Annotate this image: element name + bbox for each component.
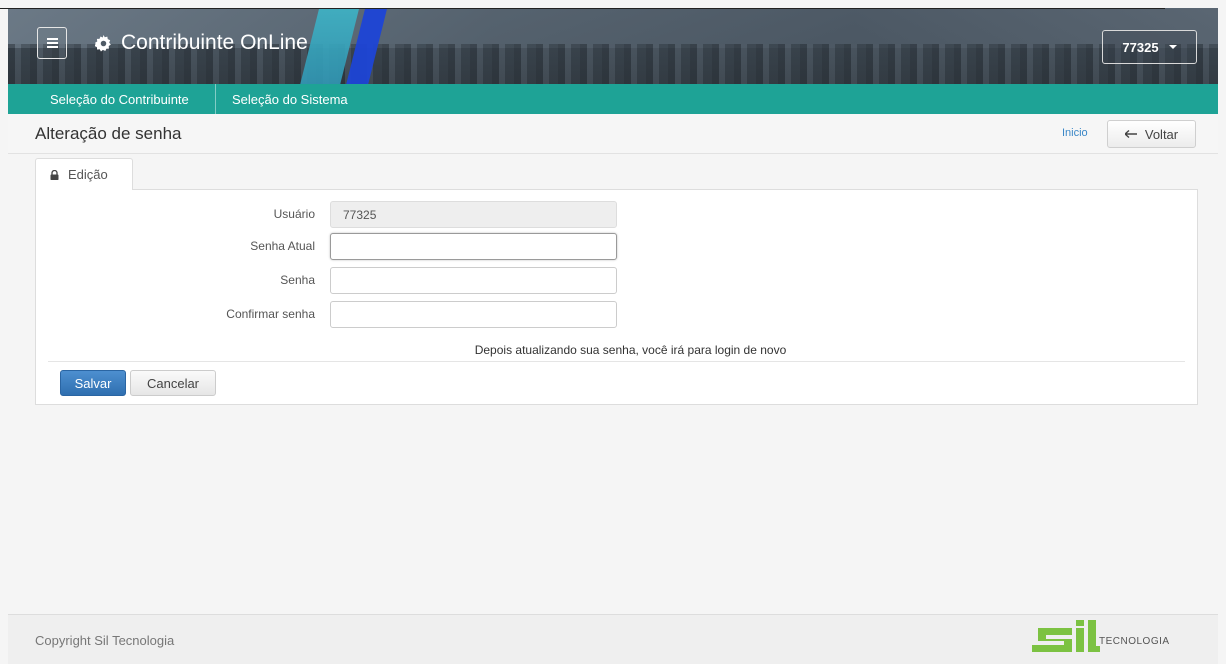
back-button-label: Voltar [1144, 126, 1179, 142]
page-title: Alteração de senha [35, 124, 182, 143]
user-menu-dropdown[interactable]: 77325 [1102, 30, 1197, 64]
save-button[interactable]: Salvar [60, 370, 126, 396]
app-title-text: Contribuinte OnLine [121, 31, 308, 54]
lock-icon [50, 169, 59, 180]
nav-item-selecao-contribuinte[interactable]: Seleção do Contribuinte [8, 84, 216, 114]
form-row-usuario: Usuário [36, 201, 1197, 229]
gear-icon [95, 34, 111, 51]
caret-down-icon [1168, 45, 1177, 49]
hamburger-icon [46, 36, 58, 50]
form-divider [48, 361, 1185, 362]
main-nav: Seleção do Contribuinte Seleção do Siste… [8, 84, 1218, 114]
senha-input[interactable] [330, 267, 617, 294]
top-border-line [0, 8, 1165, 9]
user-menu-label: 77325 [1122, 39, 1159, 55]
relogin-notice: Depois atualizando sua senha, você irá p… [474, 343, 787, 357]
app-title[interactable]: Contribuinte OnLine [95, 31, 308, 55]
tab-edicao[interactable]: Edição [35, 158, 133, 190]
form-row-senha-atual: Senha Atual [36, 233, 1197, 261]
usuario-field [330, 201, 617, 228]
tab-label: Edição [68, 167, 108, 182]
logo-text: TECNOLOGIA [1099, 636, 1170, 647]
nav-item-label: Seleção do Sistema [232, 91, 348, 107]
nav-item-label: Seleção do Contribuinte [50, 91, 189, 107]
edit-form-panel: Usuário Senha Atual Senha Confirmar senh… [35, 189, 1198, 405]
senha-atual-input[interactable] [330, 233, 617, 260]
usuario-label: Usuário [273, 207, 315, 221]
menu-toggle-button[interactable] [37, 27, 67, 59]
page-header: Alteração de senha Inicio Voltar [8, 114, 1218, 154]
arrow-left-icon [1124, 130, 1137, 138]
form-row-confirmar-senha: Confirmar senha [36, 301, 1197, 329]
home-link[interactable]: Inicio [1062, 127, 1088, 139]
back-button[interactable]: Voltar [1107, 120, 1196, 148]
form-row-senha: Senha [36, 267, 1197, 295]
confirmar-senha-label: Confirmar senha [226, 307, 315, 321]
confirmar-senha-input[interactable] [330, 301, 617, 328]
senha-atual-label: Senha Atual [250, 239, 315, 253]
senha-label: Senha [280, 273, 315, 287]
nav-item-selecao-sistema[interactable]: Seleção do Sistema [216, 84, 360, 114]
cancel-button[interactable]: Cancelar [130, 370, 216, 396]
copyright-text: Copyright Sil Tecnologia [35, 633, 175, 648]
